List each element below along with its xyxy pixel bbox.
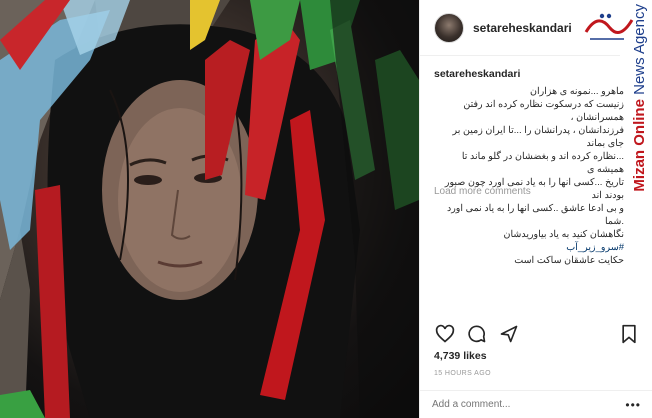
caption-line: حکایت عاشقان ساکت است: [514, 255, 624, 266]
caption-line: ...نظاره کرده اند و بغضشان در گلو ماند ت…: [461, 151, 624, 175]
caption-line: فرزندانشان ، پدرانشان را ...تا ایران زمی…: [452, 125, 624, 149]
heart-icon[interactable]: [434, 323, 456, 345]
post-caption: setareheskandari ماهرو ...نمونه ی هزاران…: [434, 68, 624, 267]
watermark-brand: Mizan Online: [631, 99, 648, 192]
hashtag-link[interactable]: #سرو_زیر_آب: [434, 241, 624, 254]
load-more-comments[interactable]: Load more comments: [434, 186, 531, 197]
username-link[interactable]: setareheskandari: [473, 21, 572, 35]
instagram-post: setareheskandari Mizan Online News Agenc…: [0, 0, 652, 418]
avatar[interactable]: [434, 12, 464, 43]
post-timestamp: 15 HOURS AGO: [434, 370, 491, 377]
action-bar: [434, 322, 640, 346]
caption-line: ماهرو ...نمونه ی هزاران: [530, 86, 624, 97]
mizan-logo: [582, 6, 644, 46]
post-photo[interactable]: [0, 0, 419, 418]
share-icon[interactable]: [498, 323, 520, 345]
mizan-logo-icon: [584, 13, 634, 40]
caption-line: و بی ادعا عاشق ..کسی انها را به یاد نمی …: [446, 203, 624, 227]
comment-input[interactable]: [432, 399, 602, 410]
green-ribbon: [0, 390, 45, 418]
photo-illustration: [0, 0, 419, 418]
more-options-icon[interactable]: •••: [625, 398, 641, 412]
left-eye: [134, 175, 162, 185]
bookmark-icon[interactable]: [618, 323, 640, 345]
comment-icon[interactable]: [466, 323, 488, 345]
caption-line: زنیست که درسکوت نظاره کرده اند رفتن همسر…: [463, 99, 624, 123]
likes-count[interactable]: 4,739 likes: [434, 350, 487, 362]
caption-line: نگاهشان کنید به یاد بیاوریدشان: [503, 229, 625, 240]
caption-username[interactable]: setareheskandari: [434, 68, 624, 81]
comment-bar: •••: [420, 390, 652, 418]
post-sidebar: setareheskandari Mizan Online News Agenc…: [419, 0, 652, 418]
